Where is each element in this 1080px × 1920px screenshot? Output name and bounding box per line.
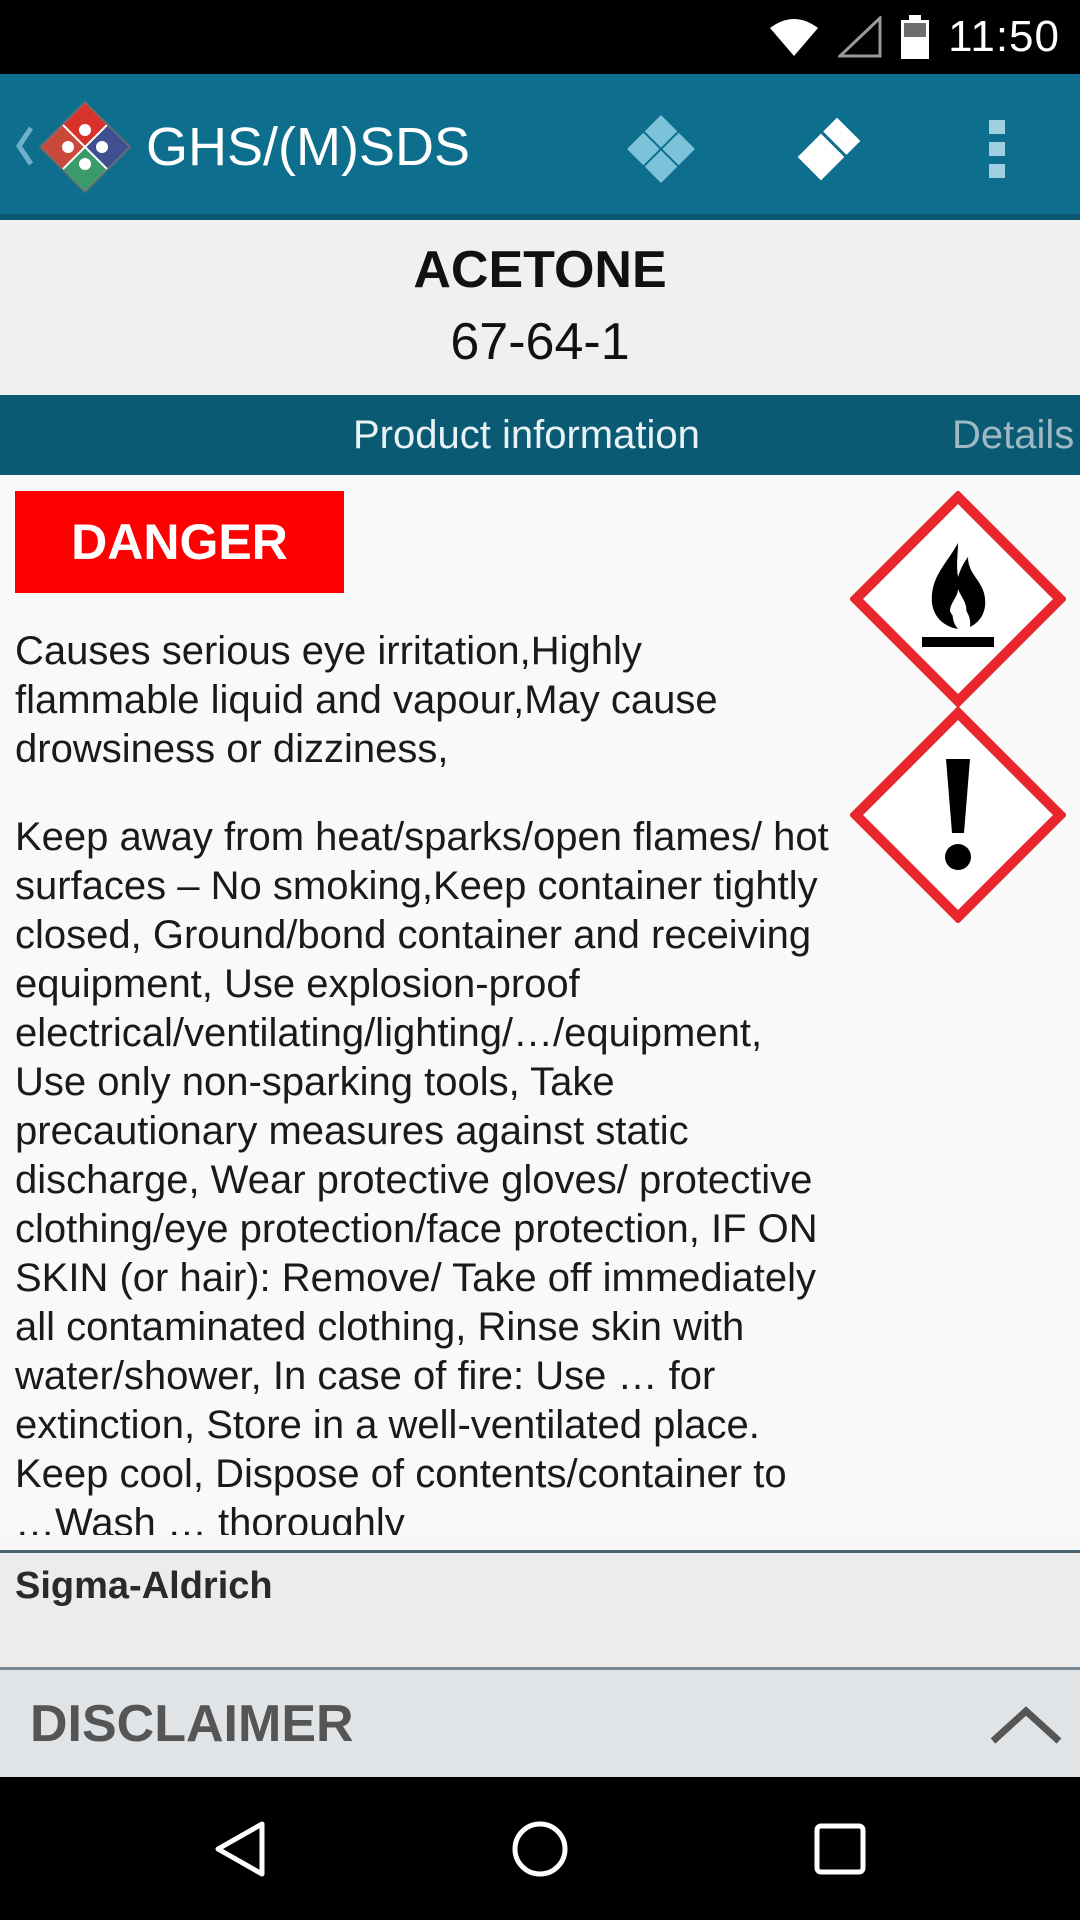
wifi-icon <box>770 19 819 56</box>
cell-signal-icon <box>838 16 882 58</box>
back-chevron-icon[interactable] <box>10 116 38 176</box>
home-nav-icon <box>512 1821 568 1877</box>
tab-bar: Product information Details <box>0 395 1080 475</box>
cas-number: 67-64-1 <box>450 313 630 371</box>
disclaimer-label: DISCLAIMER <box>30 1695 354 1753</box>
hazard-statements: Causes serious eye irritation,Highly fla… <box>15 629 718 771</box>
status-time: 11:50 <box>948 12 1060 61</box>
battery-icon <box>901 15 930 59</box>
tab-product-information[interactable]: Product information <box>353 395 700 475</box>
flame-pictogram-icon <box>850 491 1066 707</box>
chevron-up-icon <box>990 1706 1062 1744</box>
back-nav-icon <box>215 1821 265 1877</box>
home-nav-button[interactable] <box>490 1807 590 1891</box>
app-bar: GHS/(M)SDS <box>0 74 1080 220</box>
supplier-name: Sigma-Aldrich <box>15 1565 273 1607</box>
back-nav-button[interactable] <box>190 1807 290 1891</box>
recents-nav-icon <box>814 1823 866 1875</box>
disclaimer-expand-button[interactable] <box>986 1690 1066 1760</box>
diamond-action-button[interactable] <box>616 104 706 194</box>
recents-nav-button[interactable] <box>790 1807 890 1891</box>
overflow-menu-button[interactable] <box>952 104 1042 194</box>
navigation-bar <box>0 1777 1080 1920</box>
supplier-bar: Sigma-Aldrich <box>0 1550 1080 1667</box>
exclamation-pictogram-icon <box>850 707 1066 923</box>
tab-details[interactable]: Details <box>952 395 1074 475</box>
double-diamond-action-button[interactable] <box>784 104 874 194</box>
product-information-content[interactable]: DANGER Causes serious eye irritation,Hig… <box>0 475 1080 1535</box>
signal-word-badge: DANGER <box>15 491 344 593</box>
diamond-icon <box>627 115 695 183</box>
chemical-header: ACETONE 67-64-1 <box>0 220 1080 395</box>
overflow-menu-icon <box>989 120 1005 178</box>
chemical-name: ACETONE <box>413 241 667 299</box>
precautionary-statements: Keep away from heat/sparks/open flames/ … <box>15 815 829 1535</box>
disclaimer-bar[interactable]: DISCLAIMER <box>0 1667 1080 1777</box>
app-logo[interactable] <box>38 100 132 194</box>
status-bar: 11:50 <box>0 0 1080 74</box>
status-icons: 11:50 <box>768 0 1060 74</box>
app-title: GHS/(M)SDS <box>146 117 470 177</box>
double-diamond-icon <box>793 113 865 185</box>
